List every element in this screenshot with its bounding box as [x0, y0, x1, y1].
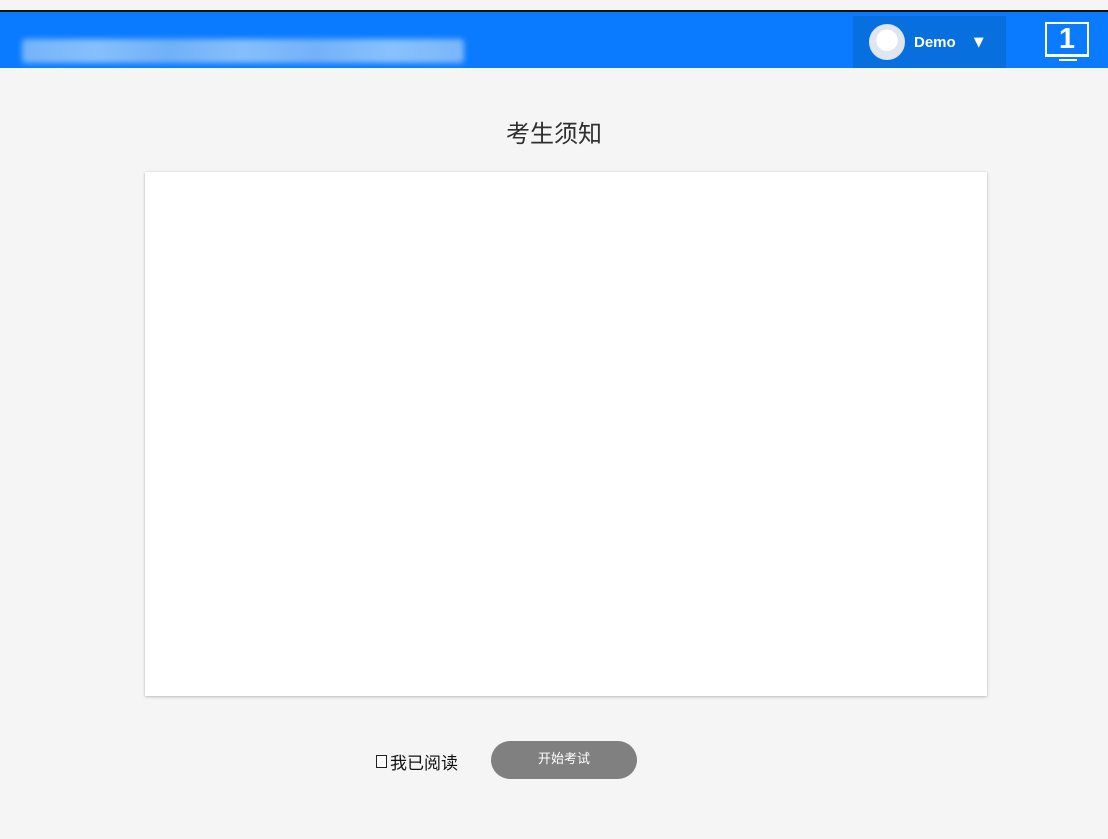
screen-number: 1: [1058, 23, 1076, 55]
monitor-icon: 1: [1045, 22, 1089, 57]
user-menu-button[interactable]: Demo ▼: [853, 16, 1006, 68]
user-name: Demo: [914, 33, 956, 51]
read-confirmation-checkbox[interactable]: 我已阅读: [376, 748, 458, 774]
screen-indicator-button[interactable]: 1: [1045, 22, 1093, 61]
chevron-down-icon: ▼: [973, 34, 984, 50]
start-exam-button[interactable]: 开始考试: [491, 741, 637, 779]
checkbox-icon: [376, 754, 387, 768]
page-title: 考生须知: [506, 120, 602, 148]
read-confirmation-label: 我已阅读: [390, 753, 458, 774]
exam-notice-panel: [145, 172, 987, 696]
avatar-icon: [869, 24, 905, 60]
blurred-site-title: [22, 39, 464, 63]
monitor-stand-icon: [1059, 59, 1077, 61]
